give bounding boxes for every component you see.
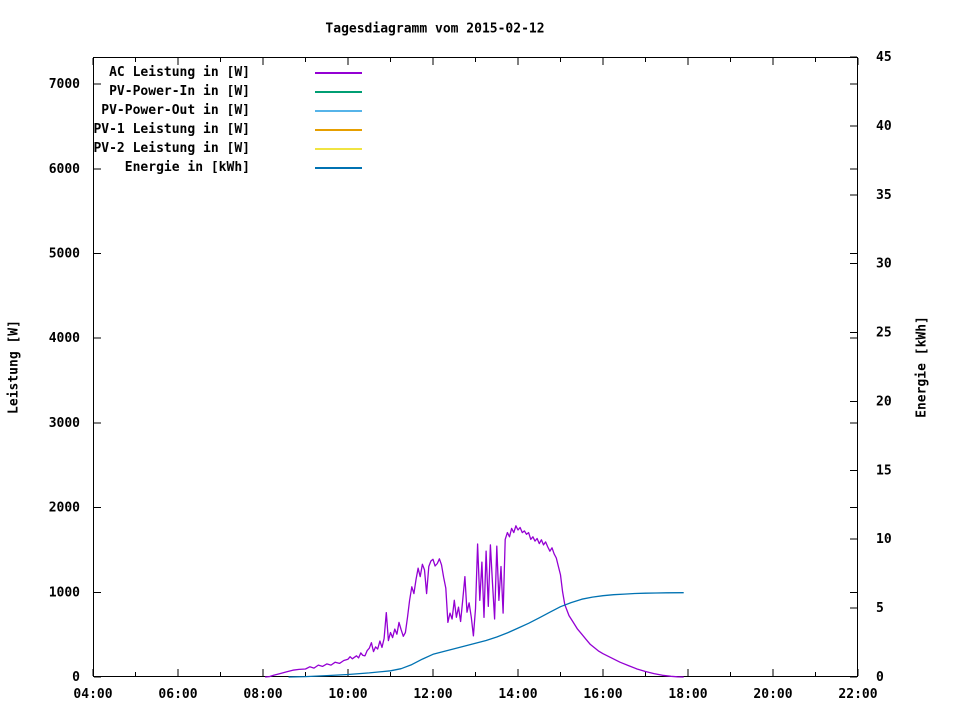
y-left-tick-label: 3000	[49, 416, 80, 431]
y-right-tick-label: 30	[876, 257, 892, 272]
x-tick-label: 18:00	[668, 687, 707, 702]
y-right-tick-label: 45	[876, 50, 892, 65]
y-right-tick-label: 35	[876, 188, 892, 203]
legend-label: PV-Power-In in [W]	[109, 84, 250, 99]
y-left-tick-label: 1000	[49, 585, 80, 600]
legend-label: PV-Power-Out in [W]	[101, 103, 250, 118]
y-left-tick-label: 0	[72, 670, 80, 685]
chart-canvas: Tagesdiagramm vom 2015-02-12 Leistung [W…	[0, 0, 960, 720]
y-right-tick-label: 10	[876, 532, 892, 547]
y-right-tick-label: 15	[876, 463, 892, 478]
y-left-tick-label: 4000	[49, 331, 80, 346]
x-tick-label: 22:00	[838, 687, 877, 702]
legend-line-sample	[315, 167, 362, 169]
legend-line-sample	[315, 110, 362, 112]
x-tick-label: 10:00	[328, 687, 367, 702]
y-right-tick-label: 0	[876, 670, 884, 685]
x-tick-label: 06:00	[158, 687, 197, 702]
legend-label: PV-1 Leistung in [W]	[93, 122, 250, 137]
y-right-tick-label: 40	[876, 119, 892, 134]
legend-line-sample	[315, 148, 362, 150]
y-right-tick-label: 20	[876, 394, 892, 409]
x-tick-label: 20:00	[753, 687, 792, 702]
legend-label: PV-2 Leistung in [W]	[93, 141, 250, 156]
x-tick-label: 12:00	[413, 687, 452, 702]
y-left-tick-label: 2000	[49, 501, 80, 516]
series-ac-leistung-in-w-	[265, 525, 684, 678]
legend-label: AC Leistung in [W]	[109, 65, 250, 80]
x-tick-label: 04:00	[73, 687, 112, 702]
x-tick-label: 16:00	[583, 687, 622, 702]
legend-label: Energie in [kWh]	[124, 160, 250, 175]
y-right-tick-label: 5	[876, 601, 884, 616]
legend-line-sample	[315, 129, 362, 131]
legend-line-sample	[315, 72, 362, 74]
legend-line-sample	[315, 91, 362, 93]
y-right-tick-label: 25	[876, 326, 892, 341]
x-tick-label: 14:00	[498, 687, 537, 702]
x-tick-label: 08:00	[243, 687, 282, 702]
y-left-tick-label: 5000	[49, 247, 80, 262]
